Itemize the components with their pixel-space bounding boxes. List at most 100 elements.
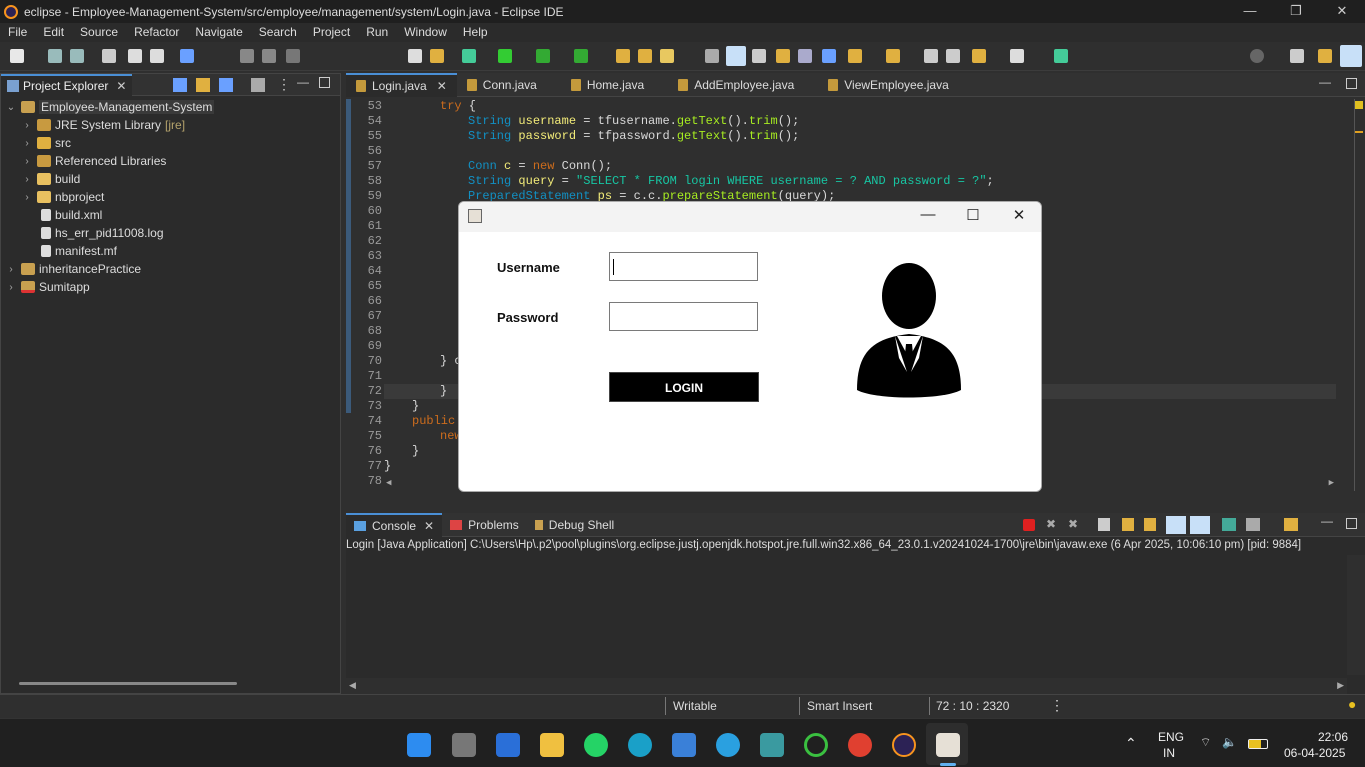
tree-item[interactable]: ⌄ Employee-Management-System [1, 98, 340, 116]
undo-icon[interactable] [128, 49, 142, 63]
tree-item[interactable]: › JRE System Library [jre] [1, 116, 340, 134]
chevron-right-icon[interactable]: › [5, 264, 17, 275]
menu-run[interactable]: Run [358, 23, 396, 42]
chevron-right-icon[interactable]: › [5, 282, 17, 293]
scroll-right-icon[interactable]: ▶ [1329, 478, 1334, 488]
remote-desktop-icon[interactable] [760, 733, 784, 757]
tree-item[interactable]: manifest.mf [1, 242, 340, 260]
coverage-icon[interactable] [536, 49, 550, 63]
show-stderr-icon[interactable] [1190, 516, 1210, 534]
view-menu-icon[interactable]: ⋮ [277, 76, 291, 93]
chrome-icon[interactable] [848, 733, 872, 757]
close-button[interactable]: ✕ [1319, 0, 1365, 23]
tab-conn-java[interactable]: Conn.java [457, 73, 547, 97]
minimize-button[interactable]: — [1227, 0, 1273, 23]
minimize-view-icon[interactable]: — [1321, 514, 1333, 528]
chevron-down-icon[interactable]: ⌄ [5, 102, 17, 113]
username-field[interactable] [609, 252, 758, 281]
tab-debug-shell[interactable]: Debug Shell [527, 513, 622, 537]
suspend-icon[interactable] [262, 49, 276, 63]
debug-icon[interactable] [462, 49, 476, 63]
tab-console[interactable]: Console ✕ [346, 513, 443, 537]
tab-problems[interactable]: Problems [442, 513, 527, 537]
whatsapp-icon[interactable] [584, 733, 608, 757]
language-top[interactable]: ENG [1158, 730, 1184, 744]
menu-navigate[interactable]: Navigate [187, 23, 250, 42]
close-icon[interactable]: ✕ [437, 79, 447, 93]
open-task-icon[interactable] [705, 49, 719, 63]
restore-button[interactable]: ❐ [1273, 0, 1319, 23]
pin-console-icon[interactable] [1222, 518, 1236, 531]
tree-item[interactable]: › Sumitapp [1, 278, 340, 296]
file-explorer-icon[interactable] [540, 733, 564, 757]
overview-marker[interactable] [1355, 101, 1363, 109]
tree-item[interactable]: build.xml [1, 206, 340, 224]
prev-annotation-icon[interactable] [886, 49, 900, 63]
clock-date[interactable]: 06-04-2025 [1284, 746, 1345, 760]
save-all-icon[interactable] [70, 49, 84, 63]
show-whitespace-icon[interactable] [798, 49, 812, 63]
tree-item[interactable]: › nbproject [1, 188, 340, 206]
run-icon[interactable] [498, 49, 512, 63]
collapse-all-icon[interactable] [173, 78, 187, 92]
new-class-icon[interactable] [660, 49, 674, 63]
nav-forward-icon[interactable] [1010, 49, 1024, 63]
new-icon[interactable] [10, 49, 24, 63]
scroll-lock-icon[interactable] [1122, 518, 1134, 531]
filter-icon[interactable] [219, 78, 233, 92]
tab-home-java[interactable]: Home.java [561, 73, 654, 97]
tree-item[interactable]: hs_err_pid11008.log [1, 224, 340, 242]
chevron-right-icon[interactable]: › [21, 156, 33, 167]
more-icon[interactable]: ⋮ [1050, 697, 1064, 714]
tree-item[interactable]: › src [1, 134, 340, 152]
external-tools-icon[interactable] [574, 49, 588, 63]
scroll-left-icon[interactable]: ◀ [386, 478, 391, 488]
chevron-right-icon[interactable]: › [21, 174, 33, 185]
focus-icon[interactable] [251, 78, 265, 92]
chevron-right-icon[interactable]: › [21, 120, 33, 131]
vertical-scrollbar[interactable] [1354, 99, 1355, 491]
tab-project-explorer[interactable]: Project Explorer ✕ [1, 73, 133, 96]
print-icon[interactable] [102, 49, 116, 63]
close-icon[interactable]: ✕ [116, 79, 126, 93]
forward-icon[interactable] [946, 49, 960, 63]
maximize-view-icon[interactable] [1346, 518, 1357, 529]
horizontal-scrollbar[interactable] [19, 682, 237, 685]
menu-project[interactable]: Project [305, 23, 358, 42]
show-stdout-icon[interactable] [1166, 516, 1186, 534]
tip-icon[interactable]: ● [1348, 696, 1356, 712]
last-edit-icon[interactable] [972, 49, 986, 63]
toggle-block-icon[interactable] [776, 49, 790, 63]
new-java-project-icon[interactable] [616, 49, 630, 63]
debug-perspective-icon[interactable] [1318, 49, 1332, 63]
minimize-view-icon[interactable]: — [297, 75, 309, 89]
tree-item[interactable]: › inheritancePractice [1, 260, 340, 278]
remove-launch-icon[interactable]: ✖ [1046, 517, 1056, 531]
battery-icon[interactable] [1248, 739, 1268, 749]
login-button[interactable]: LOGIN [609, 372, 759, 402]
clock-time[interactable]: 22:06 [1318, 730, 1348, 744]
console-vertical-scrollbar[interactable] [1347, 555, 1365, 675]
chevron-right-icon[interactable]: › [21, 192, 33, 203]
word-wrap-icon[interactable] [1144, 518, 1156, 531]
password-field[interactable] [609, 302, 758, 331]
resume-icon[interactable] [240, 49, 254, 63]
dialog-minimize-button[interactable]: — [913, 206, 943, 223]
link-editor-icon[interactable] [196, 78, 210, 92]
skip-breakpoints-icon[interactable] [430, 49, 444, 63]
back-icon[interactable] [924, 49, 938, 63]
eclipse-taskbar-icon[interactable] [892, 733, 916, 757]
maximize-view-icon[interactable] [1346, 78, 1357, 89]
java-perspective-icon[interactable] [1340, 45, 1362, 67]
search-icon[interactable] [1250, 49, 1264, 63]
tab-login-java[interactable]: Login.java ✕ [346, 73, 457, 97]
menu-refactor[interactable]: Refactor [126, 23, 187, 42]
new-package-icon[interactable] [638, 49, 652, 63]
open-type-icon[interactable] [180, 49, 194, 63]
overview-marker[interactable] [1355, 131, 1363, 133]
next-annotation-icon[interactable] [848, 49, 862, 63]
maximize-view-icon[interactable] [319, 77, 330, 88]
volume-icon[interactable]: 🔈 [1222, 735, 1237, 749]
java-app-taskbar-icon[interactable] [936, 733, 960, 757]
photos-icon[interactable] [672, 733, 696, 757]
